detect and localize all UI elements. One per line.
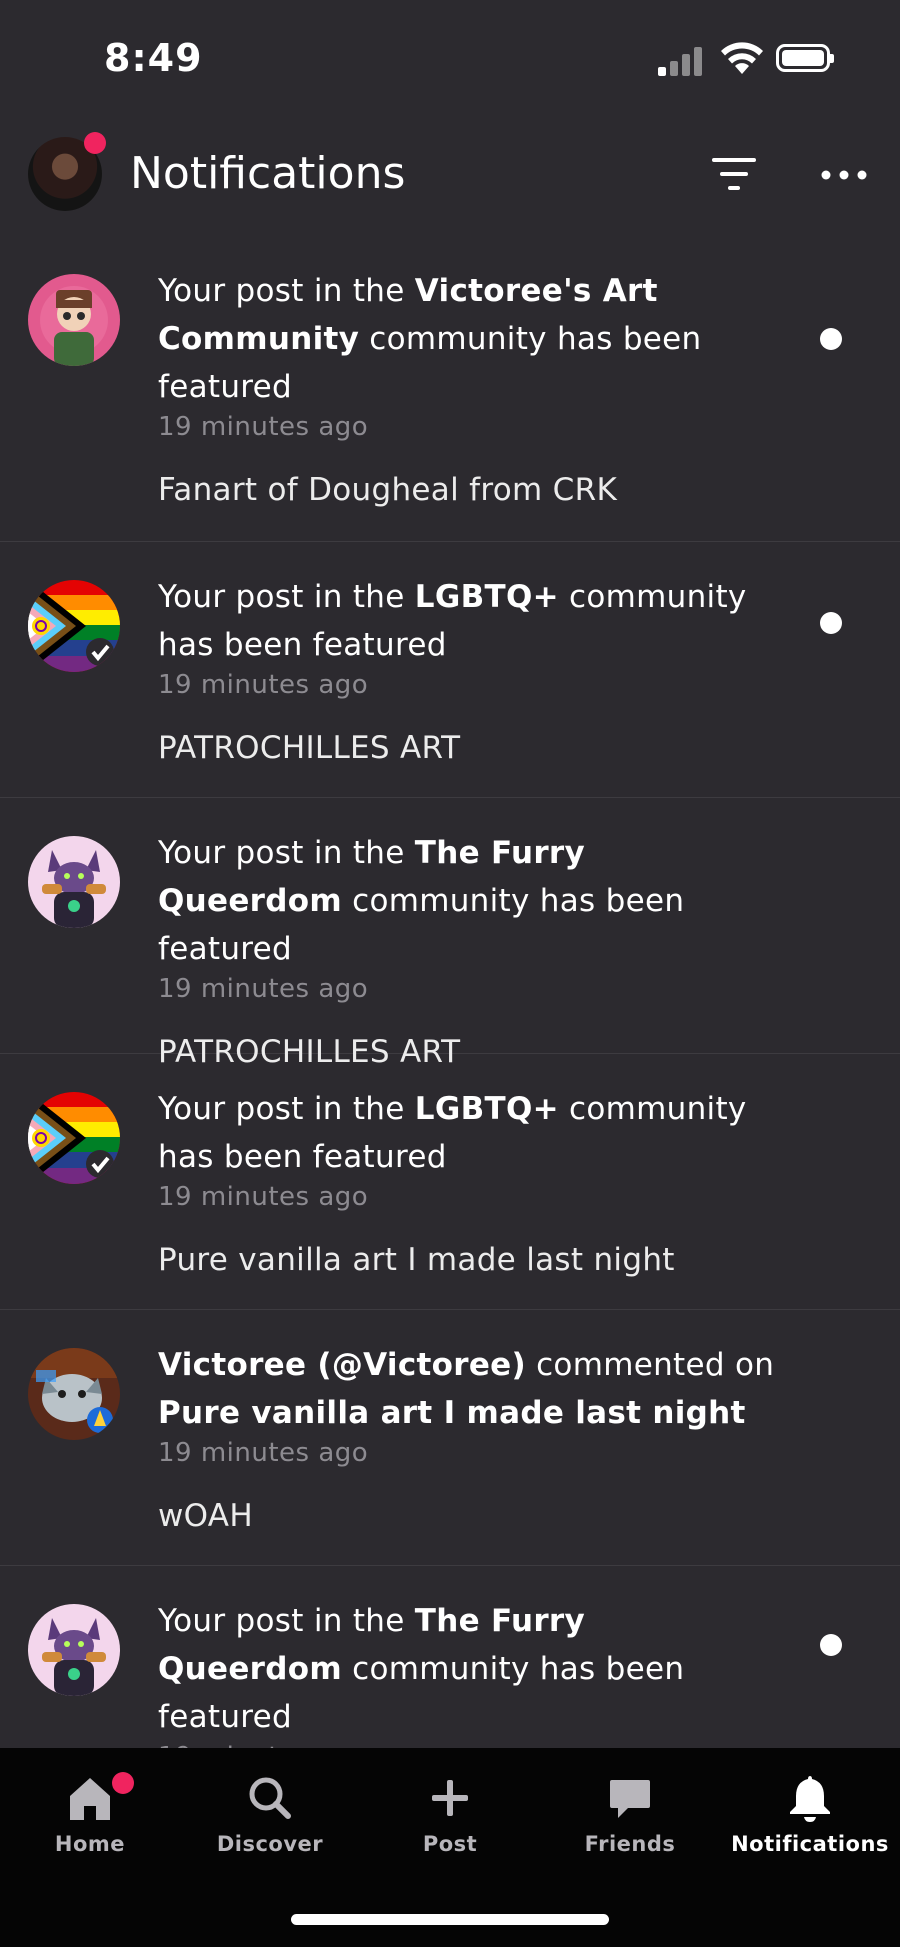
status-bar: 8:49 xyxy=(0,0,900,120)
tab-label: Post xyxy=(422,1832,478,1856)
notification-text: Your post in the The Furry Queerdom comm… xyxy=(158,835,685,967)
notification-timestamp: 19 minutes ago xyxy=(158,1438,369,1468)
community-avatar[interactable] xyxy=(28,836,120,928)
profile-notification-badge xyxy=(84,132,106,154)
more-options-icon[interactable] xyxy=(820,160,868,190)
tab-home[interactable]: Home xyxy=(0,1748,180,1888)
filter-icon[interactable] xyxy=(710,156,758,192)
notification-text: Your post in the LGBTQ+ community has be… xyxy=(158,579,747,663)
tab-label: Friends xyxy=(584,1832,676,1856)
notification-item[interactable]: Victoree (@Victoree) commented on Pure v… xyxy=(0,1310,900,1566)
post-preview: Pure vanilla art I made last night xyxy=(158,1242,675,1278)
tab-label: Discover xyxy=(216,1832,324,1856)
notification-text: Your post in the The Furry Queerdom comm… xyxy=(158,1603,685,1735)
notification-timestamp: 19 minutes ago xyxy=(158,974,369,1004)
community-avatar[interactable] xyxy=(28,1092,120,1184)
notification-item[interactable]: Your post in the LGBTQ+ community has be… xyxy=(0,542,900,798)
tab-notifications[interactable]: Notifications xyxy=(720,1748,900,1888)
community-avatar[interactable] xyxy=(28,1604,120,1696)
notification-text: Your post in the Victoree's Art Communit… xyxy=(158,273,702,405)
comment-preview: wOAH xyxy=(158,1498,253,1534)
battery-icon xyxy=(776,44,834,72)
bottom-tab-bar: Home Discover Post Friends Notifications xyxy=(0,1748,900,1947)
plus-icon xyxy=(432,1780,468,1816)
chat-bubble-icon xyxy=(610,1780,650,1818)
notification-timestamp: 19 minutes ago xyxy=(158,1182,369,1212)
wifi-icon xyxy=(721,42,763,74)
post-preview: PATROCHILLES ART xyxy=(158,730,461,766)
tab-post[interactable]: Post xyxy=(360,1748,540,1888)
notification-text: Victoree (@Victoree) commented on Pure v… xyxy=(158,1347,775,1431)
status-time: 8:49 xyxy=(104,36,203,80)
unread-indicator xyxy=(820,328,842,350)
bell-icon xyxy=(790,1776,830,1822)
post-preview: Fanart of Dougheal from CRK xyxy=(158,472,618,508)
notification-timestamp: 19 minutes ago xyxy=(158,412,369,442)
home-notification-badge xyxy=(112,1772,134,1794)
notification-item[interactable]: Your post in the The Furry Queerdom comm… xyxy=(0,798,900,1070)
tab-label: Notifications xyxy=(731,1832,889,1856)
user-avatar[interactable] xyxy=(28,1348,120,1440)
notification-list: Your post in the Victoree's Art Communit… xyxy=(0,236,900,1772)
unread-indicator xyxy=(820,612,842,634)
notification-item[interactable]: Your post in the LGBTQ+ community has be… xyxy=(0,1054,900,1310)
search-icon xyxy=(249,1777,291,1819)
tab-discover[interactable]: Discover xyxy=(180,1748,360,1888)
community-avatar[interactable] xyxy=(28,580,120,672)
notification-text: Your post in the LGBTQ+ community has be… xyxy=(158,1091,747,1175)
home-icon xyxy=(70,1778,110,1820)
tab-friends[interactable]: Friends xyxy=(540,1748,720,1888)
header: Notifications xyxy=(0,120,900,230)
page-title: Notifications xyxy=(130,148,406,199)
tab-label: Home xyxy=(54,1832,126,1856)
notification-item[interactable]: Your post in the Victoree's Art Communit… xyxy=(0,236,900,542)
cellular-signal-icon xyxy=(658,44,704,76)
unread-indicator xyxy=(820,1634,842,1656)
notification-timestamp: 19 minutes ago xyxy=(158,670,369,700)
notification-item[interactable]: Your post in the The Furry Queerdom comm… xyxy=(0,1566,900,1772)
home-indicator[interactable] xyxy=(291,1914,609,1925)
community-avatar[interactable] xyxy=(28,274,120,366)
